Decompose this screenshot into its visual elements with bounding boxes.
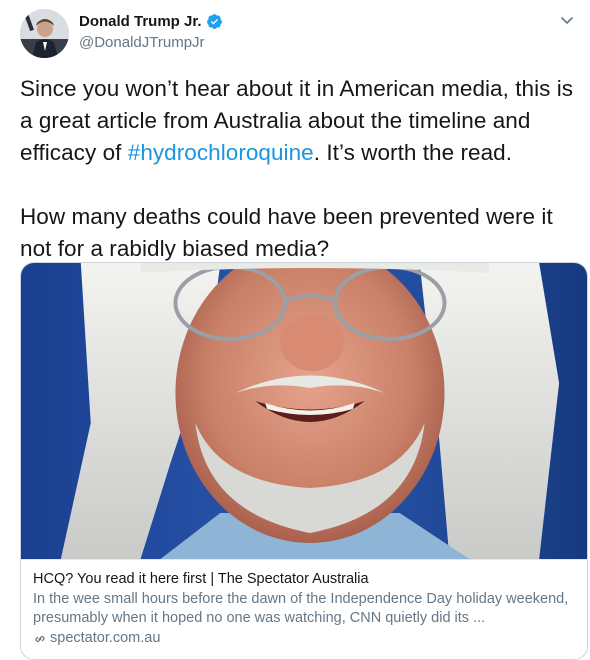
author-block[interactable]: Donald Trump Jr. @DonaldJTrumpJr: [79, 10, 223, 51]
tweet-paragraph-2: How many deaths could have been prevente…: [20, 204, 553, 261]
display-name[interactable]: Donald Trump Jr.: [79, 13, 202, 30]
hashtag-link[interactable]: #hydrochloroquine: [128, 140, 314, 165]
chevron-down-icon[interactable]: [558, 12, 576, 30]
tweet-text: Since you won’t hear about it in America…: [20, 73, 580, 265]
card-meta[interactable]: HCQ? You read it here first | The Specta…: [21, 559, 587, 648]
tweet-text-part-2: . It’s worth the read.: [313, 140, 513, 165]
card-title[interactable]: HCQ? You read it here first | The Specta…: [33, 570, 575, 589]
card-domain[interactable]: spectator.com.au: [50, 629, 160, 648]
card-image[interactable]: [21, 263, 587, 559]
link-icon: [35, 635, 45, 642]
link-card[interactable]: HCQ? You read it here first | The Specta…: [20, 262, 588, 660]
verified-badge-icon: [206, 13, 223, 30]
card-domain-row[interactable]: spectator.com.au: [33, 629, 575, 648]
card-description: In the wee small hours before the dawn o…: [33, 591, 569, 626]
tweet: Donald Trump Jr. @DonaldJTrumpJr Since y…: [0, 0, 590, 660]
author-handle[interactable]: @DonaldJTrumpJr: [79, 34, 223, 51]
avatar[interactable]: [20, 9, 69, 58]
tweet-paragraph-1: Since you won’t hear about it in America…: [20, 73, 580, 169]
